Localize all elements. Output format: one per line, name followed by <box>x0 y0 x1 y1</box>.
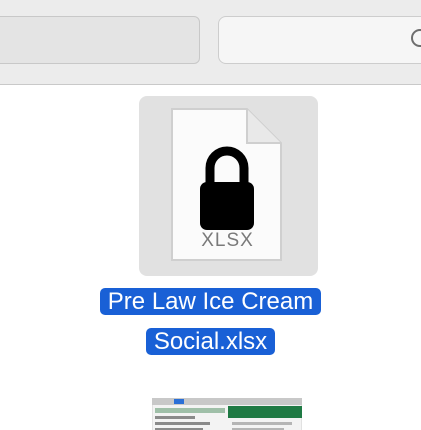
file-name-line-2: Social.xlsx <box>145 328 276 355</box>
toolbar-button[interactable] <box>0 16 200 64</box>
file-name-label[interactable]: Pre Law Ice Cream Social.xlsx <box>0 282 421 362</box>
file-type-label: XLSX <box>201 230 254 251</box>
search-icon[interactable] <box>404 26 421 54</box>
toolbar <box>0 0 421 85</box>
search-field[interactable] <box>218 16 421 64</box>
spreadsheet-thumbnail[interactable] <box>152 398 302 430</box>
finder-window: XLSX Pre Law Ice Cream Social.xlsx <box>0 0 421 430</box>
file-item[interactable]: XLSX Pre Law Ice Cream Social.xlsx <box>0 84 421 364</box>
file-name-line-1: Pre Law Ice Cream <box>99 288 322 315</box>
